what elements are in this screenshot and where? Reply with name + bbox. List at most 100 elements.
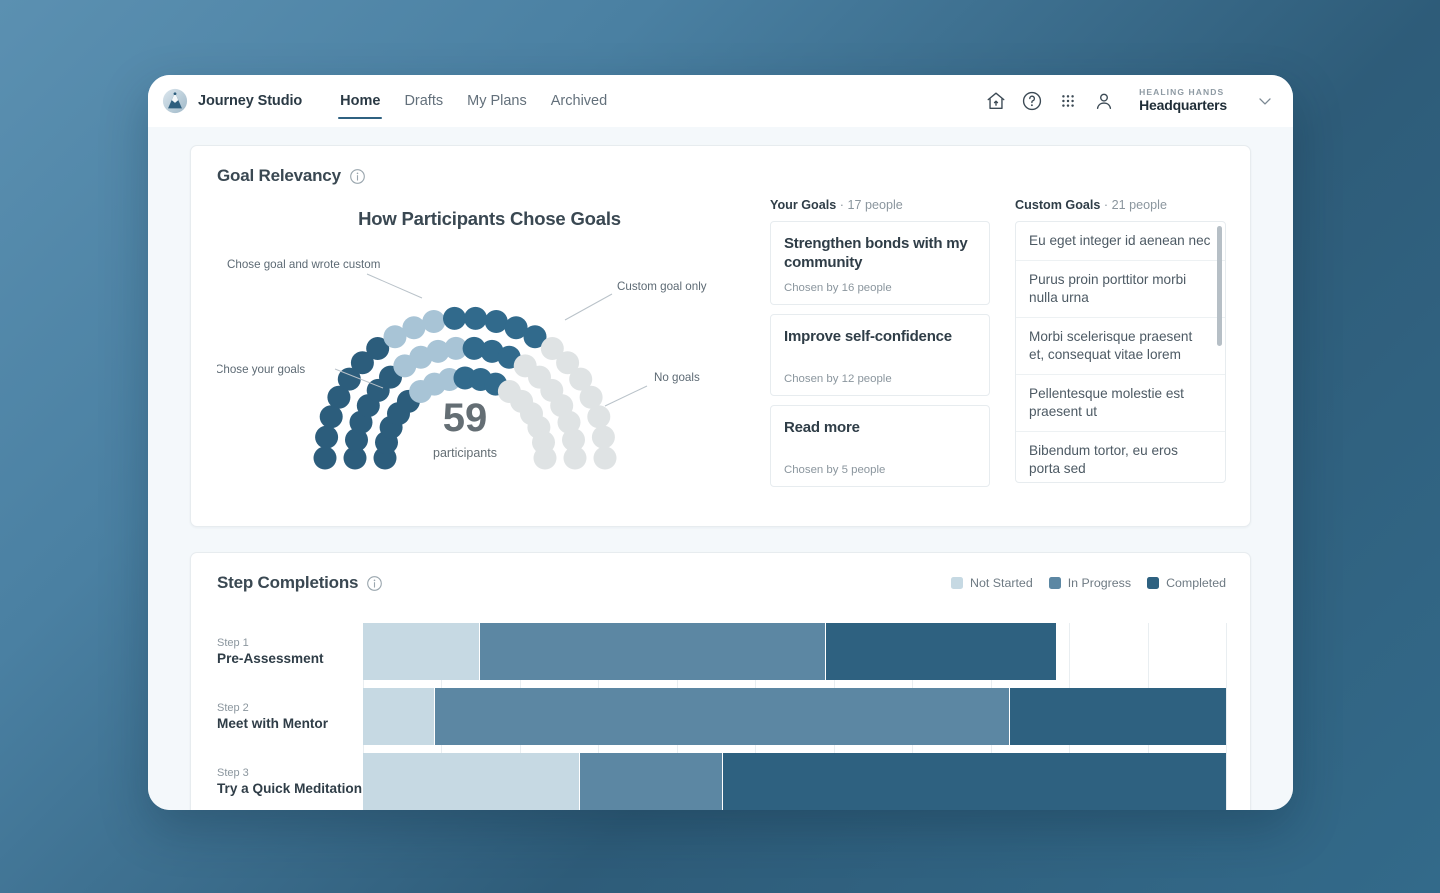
legend-swatch-in-progress — [1049, 577, 1061, 589]
table-row[interactable]: Step 1 Pre-Assessment — [217, 623, 1226, 680]
legend-swatch-not-started — [951, 577, 963, 589]
bar-segment-in-progress[interactable] — [435, 688, 1010, 745]
nav-tab-drafts[interactable]: Drafts — [392, 75, 455, 127]
custom-goals-column: Custom Goals · 21 people Eu eget integer… — [1007, 198, 1226, 506]
bar-segment-not-started[interactable] — [363, 688, 435, 745]
goal-item[interactable]: Strengthen bonds with my community Chose… — [770, 221, 990, 305]
nav-tabs: Home Drafts My Plans Archived — [328, 75, 619, 127]
arc-dot[interactable] — [594, 447, 617, 470]
arc-dot[interactable] — [534, 447, 557, 470]
arc-dot[interactable] — [402, 316, 425, 339]
bar-track — [363, 753, 1226, 810]
legend-item-not-started[interactable]: Not Started — [951, 576, 1033, 590]
bar-step-name: Meet with Mentor — [217, 715, 353, 733]
bar-step-number: Step 1 — [217, 636, 353, 650]
chart-legend: Not Started In Progress Completed — [951, 576, 1226, 590]
arc-dot[interactable] — [314, 447, 337, 470]
your-goals-heading-label: Your Goals — [770, 198, 836, 212]
goal-item[interactable]: Read more Chosen by 5 people — [770, 405, 990, 487]
goal-relevancy-card: Goal Relevancy How Participants Chose Go… — [190, 145, 1251, 527]
goal-item-title: Improve self-confidence — [784, 327, 976, 346]
bar-label: Step 1 Pre-Assessment — [217, 636, 363, 668]
help-circle-icon[interactable] — [1021, 90, 1043, 112]
legend-label: In Progress — [1068, 576, 1131, 590]
bar-label: Step 3 Try a Quick Meditation — [217, 766, 363, 798]
bar-track — [363, 623, 1226, 680]
list-item[interactable]: Pellentesque molestie est praesent ut — [1016, 375, 1225, 432]
nav-tab-archived[interactable]: Archived — [539, 75, 619, 127]
user-account-icon[interactable] — [1093, 90, 1115, 112]
custom-goals-heading: Custom Goals · 21 people — [1015, 198, 1226, 212]
bar-step-number: Step 3 — [217, 766, 353, 780]
bar-label: Step 2 Meet with Mentor — [217, 701, 363, 733]
leader-line-top-left — [367, 274, 422, 298]
step-completions-header: Step Completions Not Started — [217, 573, 1226, 593]
arc-chart-svg: Chose goal and wrote custom Custom goal … — [217, 236, 762, 506]
legend-item-in-progress[interactable]: In Progress — [1049, 576, 1131, 590]
arc-dot[interactable] — [485, 310, 508, 333]
custom-goals-count: 21 people — [1112, 198, 1167, 212]
list-item[interactable]: Morbi scelerisque praesent et, consequat… — [1016, 318, 1225, 375]
step-completions-title: Step Completions — [217, 573, 358, 593]
legend-item-completed[interactable]: Completed — [1147, 576, 1226, 590]
arc-dot[interactable] — [592, 426, 615, 449]
org-switcher[interactable]: HEALING HANDS Headquarters — [1139, 88, 1227, 113]
arc-center-value: 59 — [443, 396, 488, 440]
arc-dot-chart: How Participants Chose Goals Chose goal … — [217, 198, 762, 506]
list-item[interactable]: Purus proin porttitor morbi nulla urna — [1016, 261, 1225, 318]
brand-name: Journey Studio — [198, 93, 302, 109]
goal-item[interactable]: Improve self-confidence Chosen by 12 peo… — [770, 314, 990, 396]
arc-center-label: participants — [433, 446, 497, 460]
your-goals-column: Your Goals · 17 people Strengthen bonds … — [762, 198, 990, 506]
brand[interactable]: Journey Studio — [162, 88, 302, 114]
arc-dot[interactable] — [315, 426, 338, 449]
goal-item-count: Chosen by 16 people — [784, 282, 976, 294]
arc-label-top-left: Chose goal and wrote custom — [227, 258, 380, 271]
bar-segment-completed[interactable] — [1010, 688, 1226, 745]
your-goals-count: 17 people — [847, 198, 902, 212]
arc-dot[interactable] — [422, 310, 445, 333]
bar-segment-not-started[interactable] — [363, 623, 480, 680]
app-window: Journey Studio Home Drafts My Plans Arch… — [148, 75, 1293, 810]
bar-segment-completed[interactable] — [826, 623, 1056, 680]
legend-label: Not Started — [970, 576, 1033, 590]
custom-goals-separator: · — [1104, 198, 1112, 212]
custom-goals-scrollbar[interactable] — [1217, 226, 1222, 346]
list-item[interactable]: Eu eget integer id aenean nec — [1016, 222, 1225, 261]
bar-segment-completed[interactable] — [723, 753, 1226, 810]
arc-dot[interactable] — [587, 405, 610, 428]
chevron-down-icon[interactable] — [1255, 91, 1275, 111]
goal-item-title: Strengthen bonds with my community — [784, 234, 976, 272]
custom-goals-list[interactable]: Eu eget integer id aenean nec Purus proi… — [1015, 221, 1226, 483]
arc-label-left: Chose your goals — [217, 363, 305, 376]
nav-tab-home[interactable]: Home — [328, 75, 392, 127]
info-icon[interactable] — [349, 168, 366, 185]
goal-relevancy-header: Goal Relevancy — [217, 166, 1226, 186]
list-item[interactable]: Bibendum tortor, eu eros porta sed — [1016, 432, 1225, 483]
info-icon[interactable] — [366, 575, 383, 592]
org-name: Headquarters — [1139, 98, 1227, 114]
page-scroll-region[interactable]: Goal Relevancy How Participants Chose Go… — [148, 127, 1293, 810]
home-icon[interactable] — [985, 90, 1007, 112]
gridline — [1226, 623, 1227, 810]
nav-tab-my-plans[interactable]: My Plans — [455, 75, 539, 127]
goal-item-count: Chosen by 5 people — [784, 464, 976, 476]
bar-step-name: Try a Quick Meditation — [217, 780, 353, 798]
apps-grid-icon[interactable] — [1057, 90, 1079, 112]
arc-chart-title: How Participants Chose Goals — [217, 208, 762, 230]
arc-dot[interactable] — [443, 307, 466, 330]
goal-relevancy-body: How Participants Chose Goals Chose goal … — [217, 198, 1226, 506]
leader-line-right — [605, 386, 647, 406]
arc-dot[interactable] — [564, 447, 587, 470]
bar-segment-not-started[interactable] — [363, 753, 580, 810]
table-row[interactable]: Step 3 Try a Quick Meditation — [217, 753, 1226, 810]
arc-label-right: No goals — [654, 371, 700, 384]
step-completions-card: Step Completions Not Started — [190, 552, 1251, 810]
table-row[interactable]: Step 2 Meet with Mentor — [217, 688, 1226, 745]
bar-segment-in-progress[interactable] — [580, 753, 722, 810]
bar-segment-in-progress[interactable] — [480, 623, 825, 680]
goal-item-title: Read more — [784, 418, 976, 437]
nav-right-actions: HEALING HANDS Headquarters — [985, 88, 1275, 113]
goal-item-count: Chosen by 12 people — [784, 373, 976, 385]
arc-dot[interactable] — [464, 307, 487, 330]
